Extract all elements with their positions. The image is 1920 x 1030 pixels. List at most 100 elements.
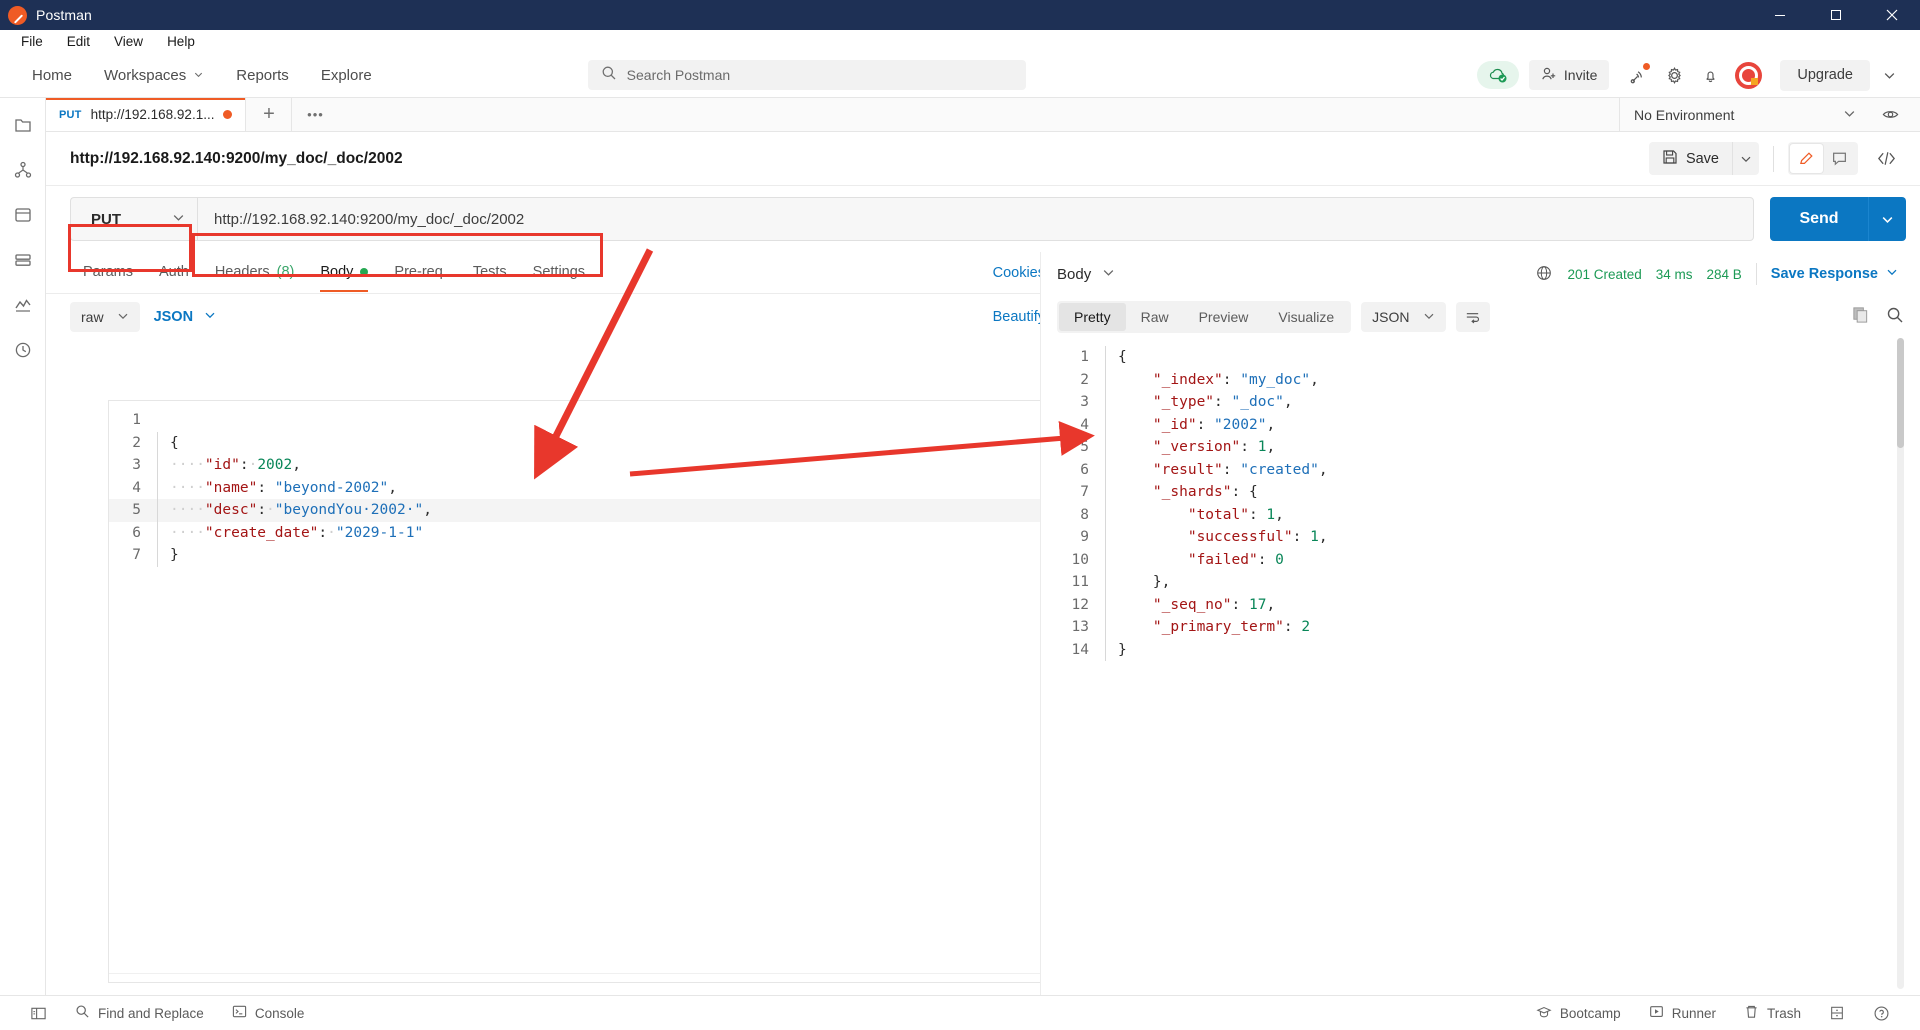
- menu-item-file[interactable]: File: [9, 32, 55, 52]
- globe-icon[interactable]: [1535, 264, 1553, 285]
- broadcast-icon[interactable]: [1621, 58, 1655, 92]
- tab-auth[interactable]: Auth: [146, 253, 202, 292]
- environment-selector[interactable]: No Environment: [1620, 107, 1870, 123]
- chevron-down-icon: [172, 211, 185, 228]
- code-line: 5 ····"desc":·"beyondYou·2002·",: [109, 499, 1054, 522]
- code-brackets-icon[interactable]: [1866, 148, 1906, 169]
- tab-pre-request[interactable]: Pre-req.: [381, 253, 459, 292]
- invite-user-icon: [1541, 66, 1557, 85]
- trash-icon: [1744, 1004, 1759, 1022]
- tab-settings[interactable]: Settings: [520, 253, 598, 292]
- horizontal-scrollbar[interactable]: [109, 973, 1054, 982]
- nav-reports[interactable]: Reports: [220, 61, 305, 90]
- chevron-down-icon: [204, 309, 216, 325]
- response-body-code: 1{2 "_index": "my_doc", 3 "_type": "_doc"…: [1057, 338, 1906, 661]
- tab-headers[interactable]: Headers (8): [202, 253, 308, 292]
- http-method-value: PUT: [91, 210, 121, 228]
- response-format-selector[interactable]: JSON: [1361, 302, 1446, 332]
- upgrade-button[interactable]: Upgrade: [1780, 59, 1870, 91]
- save-chevron-down-icon[interactable]: [1732, 142, 1759, 175]
- code-line-text: "_id": "2002",: [1105, 413, 1275, 436]
- close-icon[interactable]: [1864, 0, 1920, 30]
- line-number: 1: [132, 412, 141, 428]
- word-wrap-icon[interactable]: [1455, 302, 1490, 332]
- plus-icon[interactable]: +: [246, 98, 293, 131]
- tab-raw[interactable]: Raw: [1126, 303, 1184, 331]
- apis-icon[interactable]: [8, 155, 38, 185]
- code-line: 7 "_shards": {: [1057, 481, 1906, 504]
- nav-workspaces[interactable]: Workspaces: [88, 61, 220, 90]
- user-avatar[interactable]: [1735, 61, 1763, 89]
- response-body-editor[interactable]: 1{2 "_index": "my_doc", 3 "_type": "_doc"…: [1057, 338, 1906, 989]
- minimize-icon[interactable]: [1752, 0, 1808, 30]
- tab-preview[interactable]: Preview: [1184, 303, 1264, 331]
- http-method-selector[interactable]: PUT: [70, 197, 197, 241]
- copy-icon[interactable]: [1851, 305, 1870, 329]
- save-response-button[interactable]: Save Response: [1771, 266, 1898, 282]
- cloud-sync-ok-icon[interactable]: [1476, 61, 1519, 89]
- search-input[interactable]: Search Postman: [587, 60, 1026, 90]
- code-line: 14}: [1057, 638, 1906, 661]
- beautify-link[interactable]: Beautify: [993, 309, 1045, 325]
- search-icon[interactable]: [1886, 306, 1904, 329]
- url-input[interactable]: http://192.168.92.140:9200/my_doc/_doc/2…: [197, 197, 1754, 241]
- runner-button[interactable]: Runner: [1635, 1004, 1730, 1022]
- runner-play-icon: [1649, 1004, 1664, 1022]
- help-circle-icon[interactable]: [1859, 1005, 1904, 1022]
- code-line: 1: [109, 409, 1054, 432]
- comment-icon[interactable]: [1823, 144, 1856, 173]
- find-and-replace-button[interactable]: Find and Replace: [61, 1004, 218, 1022]
- monitors-icon[interactable]: [8, 290, 38, 320]
- unsaved-changes-dot: [223, 110, 233, 119]
- upgrade-chevron-down-icon[interactable]: [1872, 58, 1906, 92]
- eye-icon[interactable]: [1870, 105, 1910, 124]
- nav-home[interactable]: Home: [16, 61, 88, 90]
- nav-explore[interactable]: Explore: [305, 61, 388, 90]
- menu-item-view[interactable]: View: [102, 32, 155, 52]
- mock-servers-icon[interactable]: [8, 245, 38, 275]
- pencil-icon[interactable]: [1790, 144, 1823, 173]
- chevron-down-icon: [193, 67, 204, 84]
- save-label: Save: [1685, 150, 1719, 167]
- request-tab[interactable]: PUT http://192.168.92.1...: [46, 98, 247, 131]
- tab-tests[interactable]: Tests: [460, 253, 520, 292]
- code-line: 4 ····"name": "beyond-2002",: [109, 476, 1054, 499]
- request-body-editor[interactable]: 1 2{3 ····"id":·2002, 4 ····"name": "beyond-…: [108, 400, 1055, 983]
- console-label: Console: [254, 1005, 305, 1021]
- save-button[interactable]: Save: [1648, 142, 1732, 175]
- trash-button[interactable]: Trash: [1730, 1004, 1815, 1022]
- code-line-text: "_index": "my_doc",: [1105, 368, 1319, 391]
- tab-tests-label: Tests: [472, 264, 507, 280]
- send-button[interactable]: Send: [1770, 197, 1868, 241]
- tab-body[interactable]: Body: [307, 253, 381, 292]
- menu-item-edit[interactable]: Edit: [55, 32, 102, 52]
- tab-visualize[interactable]: Visualize: [1263, 303, 1349, 331]
- sidebar-toggle-icon[interactable]: [16, 1005, 61, 1022]
- send-chevron-down-icon[interactable]: [1868, 197, 1906, 241]
- tab-pretty[interactable]: Pretty: [1059, 303, 1126, 331]
- gear-icon[interactable]: [1657, 58, 1691, 92]
- response-scrollbar-thumb[interactable]: [1897, 338, 1904, 448]
- layout-icon[interactable]: [1815, 1005, 1859, 1021]
- environments-icon[interactable]: [8, 200, 38, 230]
- menu-item-help[interactable]: Help: [155, 32, 207, 52]
- maximize-icon[interactable]: [1808, 0, 1864, 30]
- console-button[interactable]: Console: [218, 1004, 319, 1022]
- ellipsis-icon[interactable]: •••: [292, 98, 338, 131]
- collections-icon[interactable]: [8, 110, 38, 140]
- search-icon: [75, 1004, 90, 1022]
- bootcamp-button[interactable]: Bootcamp: [1522, 1004, 1635, 1023]
- body-mode-selector[interactable]: raw: [70, 302, 140, 332]
- code-line-text: "successful": 1,: [1105, 526, 1328, 549]
- invite-button[interactable]: Invite: [1528, 60, 1610, 90]
- response-body-selector[interactable]: Body: [1057, 266, 1115, 283]
- cookies-link[interactable]: Cookies: [993, 265, 1045, 281]
- tab-params[interactable]: Params: [70, 253, 146, 292]
- line-number: 5: [132, 502, 141, 518]
- history-icon[interactable]: [8, 335, 38, 365]
- body-format-selector[interactable]: JSON: [154, 309, 217, 325]
- header-nav: Home Workspaces Reports Explore: [0, 61, 388, 90]
- line-number: 5: [1080, 439, 1089, 455]
- bell-icon[interactable]: [1693, 58, 1727, 92]
- code-line-text: {: [1105, 346, 1127, 369]
